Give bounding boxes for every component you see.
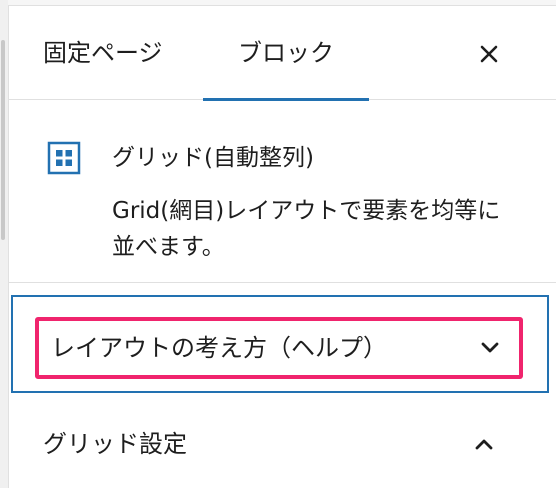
grid-icon [47, 141, 81, 175]
block-title: グリッド(自動整列) [112, 145, 314, 171]
help-panel: レイアウトの考え方（ヘルプ） [11, 295, 549, 393]
tab-page[interactable]: 固定ページ [43, 6, 193, 100]
close-icon [480, 45, 498, 63]
left-edge [0, 0, 8, 488]
scrollbar[interactable] [1, 40, 5, 240]
block-card: グリッド(自動整列) Grid(網目)レイアウトで要素を均等に並べます。 [9, 101, 556, 283]
close-button[interactable] [471, 36, 507, 72]
help-panel-toggle[interactable]: レイアウトの考え方（ヘルプ） [51, 321, 387, 375]
chevron-down-icon[interactable] [475, 333, 505, 363]
grid-settings-panel: グリッド設定 [9, 402, 556, 488]
block-settings-sidebar: 固定ページ ブロック グリッド(自動整列) Grid(網目)レイアウトで要素を均… [8, 6, 556, 488]
chevron-up-icon[interactable] [469, 429, 499, 459]
grid-settings-toggle[interactable]: グリッド設定 [43, 424, 187, 464]
highlight-frame: レイアウトの考え方（ヘルプ） [35, 317, 523, 379]
block-description: Grid(網目)レイアウトで要素を均等に並べます。 [112, 198, 501, 260]
sidebar-tabs: 固定ページ ブロック [9, 6, 556, 101]
tab-block[interactable]: ブロック [203, 6, 369, 101]
